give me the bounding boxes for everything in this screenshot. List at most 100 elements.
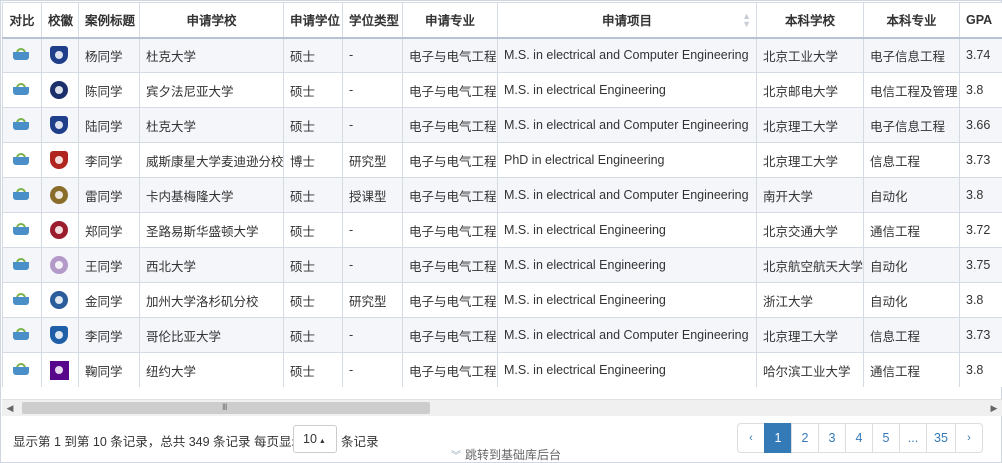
- undergrad-school: 哈尔滨工业大学: [756, 352, 864, 387]
- compare-basket-icon[interactable]: [12, 117, 30, 130]
- gpa: 3.66: [959, 107, 1002, 143]
- table-row[interactable]: 杨同学 杜克大学 硕士 - 电子与电气工程 M.S. in electrical and …: [2, 36, 1002, 73]
- table-row[interactable]: 李同学 威斯康星大学麦迪逊分校 博士 研究型 电子与电气工程 PhD in electri…: [2, 142, 1002, 178]
- compare-basket-icon[interactable]: [12, 257, 30, 270]
- program: M.S. in electrical Engineering: [497, 212, 757, 248]
- column-header-undergrad-school[interactable]: 本科学校: [756, 2, 864, 38]
- duke-logo-icon: [50, 116, 68, 134]
- page-ellipsis[interactable]: ...: [899, 423, 927, 453]
- gpa: 3.75: [959, 247, 1002, 283]
- table-row[interactable]: 金同学 加州大学洛杉矶分校 硕士 研究型 电子与电气工程 M.S. in electric…: [2, 282, 1002, 318]
- major: 电子与电气工程: [402, 72, 498, 108]
- compare-cell: [2, 72, 42, 108]
- program: M.S. in electrical and Computer Engineer…: [497, 107, 757, 143]
- case-title[interactable]: 陆同学: [78, 107, 140, 143]
- school: 杜克大学: [139, 36, 284, 73]
- table-row[interactable]: 陆同学 杜克大学 硕士 - 电子与电气工程 M.S. in electrical and …: [2, 107, 1002, 143]
- program: M.S. in electrical and Computer Engineer…: [497, 36, 757, 73]
- compare-basket-icon[interactable]: [12, 82, 30, 95]
- case-table: 对比 校徽 案例标题 申请学校 申请学位 学位类型 申请专业 申请项目 ▲ ▼ 本科…: [2, 2, 1002, 387]
- case-title[interactable]: 王同学: [78, 247, 140, 283]
- gpa: 3.73: [959, 142, 1002, 178]
- page-button[interactable]: 2: [791, 423, 819, 453]
- column-header-badge[interactable]: 校徽: [41, 2, 79, 38]
- northwestern-seal-icon: [50, 256, 68, 274]
- table-row[interactable]: 李同学 哥伦比亚大学 硕士 - 电子与电气工程 M.S. in electrical an…: [2, 317, 1002, 353]
- column-header-school[interactable]: 申请学校: [139, 2, 284, 38]
- column-header-major[interactable]: 申请专业: [402, 2, 498, 38]
- page-button[interactable]: 35: [926, 423, 956, 453]
- case-title[interactable]: 陈同学: [78, 72, 140, 108]
- horizontal-scrollbar[interactable]: ◀ III ▶: [2, 399, 1002, 416]
- major: 电子与电气工程: [402, 107, 498, 143]
- undergrad-major: 信息工程: [863, 142, 960, 178]
- column-header-undergrad-major[interactable]: 本科专业: [863, 2, 960, 38]
- compare-cell: [2, 212, 42, 248]
- case-title[interactable]: 雷同学: [78, 177, 140, 213]
- scroll-left-arrow-icon[interactable]: ◀: [2, 400, 18, 416]
- compare-basket-icon[interactable]: [12, 152, 30, 165]
- table-row[interactable]: 郑同学 圣路易斯华盛顿大学 硕士 - 电子与电气工程 M.S. in electrical…: [2, 212, 1002, 248]
- compare-basket-icon[interactable]: [12, 292, 30, 305]
- gpa: 3.8: [959, 282, 1002, 318]
- compare-basket-icon[interactable]: [12, 187, 30, 200]
- major: 电子与电气工程: [402, 212, 498, 248]
- badge-cell: [41, 247, 79, 283]
- case-title[interactable]: 鞠同学: [78, 352, 140, 387]
- compare-basket-icon[interactable]: [12, 327, 30, 340]
- degree: 硕士: [283, 352, 343, 387]
- column-header-title[interactable]: 案例标题: [78, 2, 140, 38]
- undergrad-major: 自动化: [863, 282, 960, 318]
- badge-cell: [41, 317, 79, 353]
- case-title[interactable]: 李同学: [78, 317, 140, 353]
- degree: 硕士: [283, 177, 343, 213]
- pagination: ‹ 1 2 3 4 5... 35 ›: [737, 423, 983, 453]
- degree-type: -: [342, 107, 403, 143]
- badge-cell: [41, 212, 79, 248]
- compare-cell: [2, 317, 42, 353]
- undergrad-major: 通信工程: [863, 352, 960, 387]
- gpa: 3.73: [959, 317, 1002, 353]
- compare-basket-icon[interactable]: [12, 362, 30, 375]
- table-row[interactable]: 雷同学 卡内基梅隆大学 硕士 授课型 电子与电气工程 M.S. in electrical…: [2, 177, 1002, 213]
- table-row[interactable]: 王同学 西北大学 硕士 - 电子与电气工程 M.S. in electrical Engi…: [2, 247, 1002, 283]
- double-chevron-down-icon: ︾: [451, 451, 461, 462]
- column-header-degree[interactable]: 申请学位: [283, 2, 343, 38]
- scrollbar-thumb[interactable]: III: [22, 402, 430, 414]
- column-header-compare[interactable]: 对比: [2, 2, 42, 38]
- next-page-button[interactable]: ›: [954, 423, 983, 453]
- backend-link[interactable]: ︾ 跳转到基础库后台: [451, 446, 561, 463]
- table-body: 杨同学 杜克大学 硕士 - 电子与电气工程 M.S. in electrical and …: [2, 36, 1002, 387]
- case-title[interactable]: 杨同学: [78, 36, 140, 73]
- program: M.S. in electrical and Computer Engineer…: [497, 177, 757, 213]
- page-size-value: 10: [303, 432, 317, 446]
- table-row[interactable]: 鞠同学 纽约大学 硕士 - 电子与电气工程 M.S. in electrical Engi…: [2, 352, 1002, 387]
- school: 西北大学: [139, 247, 284, 283]
- page-button[interactable]: 5: [872, 423, 900, 453]
- degree: 硕士: [283, 107, 343, 143]
- page-button[interactable]: 3: [818, 423, 846, 453]
- table-footer: 显示第 1 到第 10 条记录，总共 349 条记录 每页显示 10 ▲ 条记录 …: [2, 417, 1002, 463]
- scroll-right-arrow-icon[interactable]: ▶: [986, 400, 1002, 416]
- page-button[interactable]: 1: [764, 423, 792, 453]
- column-header-gpa[interactable]: GPA: [959, 2, 1002, 38]
- compare-basket-icon[interactable]: [12, 47, 30, 60]
- compare-basket-icon[interactable]: [12, 222, 30, 235]
- page-size-select[interactable]: 10 ▲: [293, 425, 337, 453]
- column-header-program[interactable]: 申请项目 ▲ ▼: [497, 2, 757, 38]
- page-button[interactable]: 4: [845, 423, 873, 453]
- case-title[interactable]: 李同学: [78, 142, 140, 178]
- column-header-degree-type[interactable]: 学位类型: [342, 2, 403, 38]
- degree: 硕士: [283, 36, 343, 73]
- compare-cell: [2, 36, 42, 73]
- case-title[interactable]: 郑同学: [78, 212, 140, 248]
- badge-cell: [41, 142, 79, 178]
- undergrad-school: 北京交通大学: [756, 212, 864, 248]
- degree: 硕士: [283, 247, 343, 283]
- degree-type: -: [342, 212, 403, 248]
- prev-page-button[interactable]: ‹: [737, 423, 765, 453]
- sort-icon[interactable]: ▲ ▼: [742, 12, 751, 29]
- case-title[interactable]: 金同学: [78, 282, 140, 318]
- table-row[interactable]: 陈同学 宾夕法尼亚大学 硕士 - 电子与电气工程 M.S. in electrical E…: [2, 72, 1002, 108]
- undergrad-major: 自动化: [863, 177, 960, 213]
